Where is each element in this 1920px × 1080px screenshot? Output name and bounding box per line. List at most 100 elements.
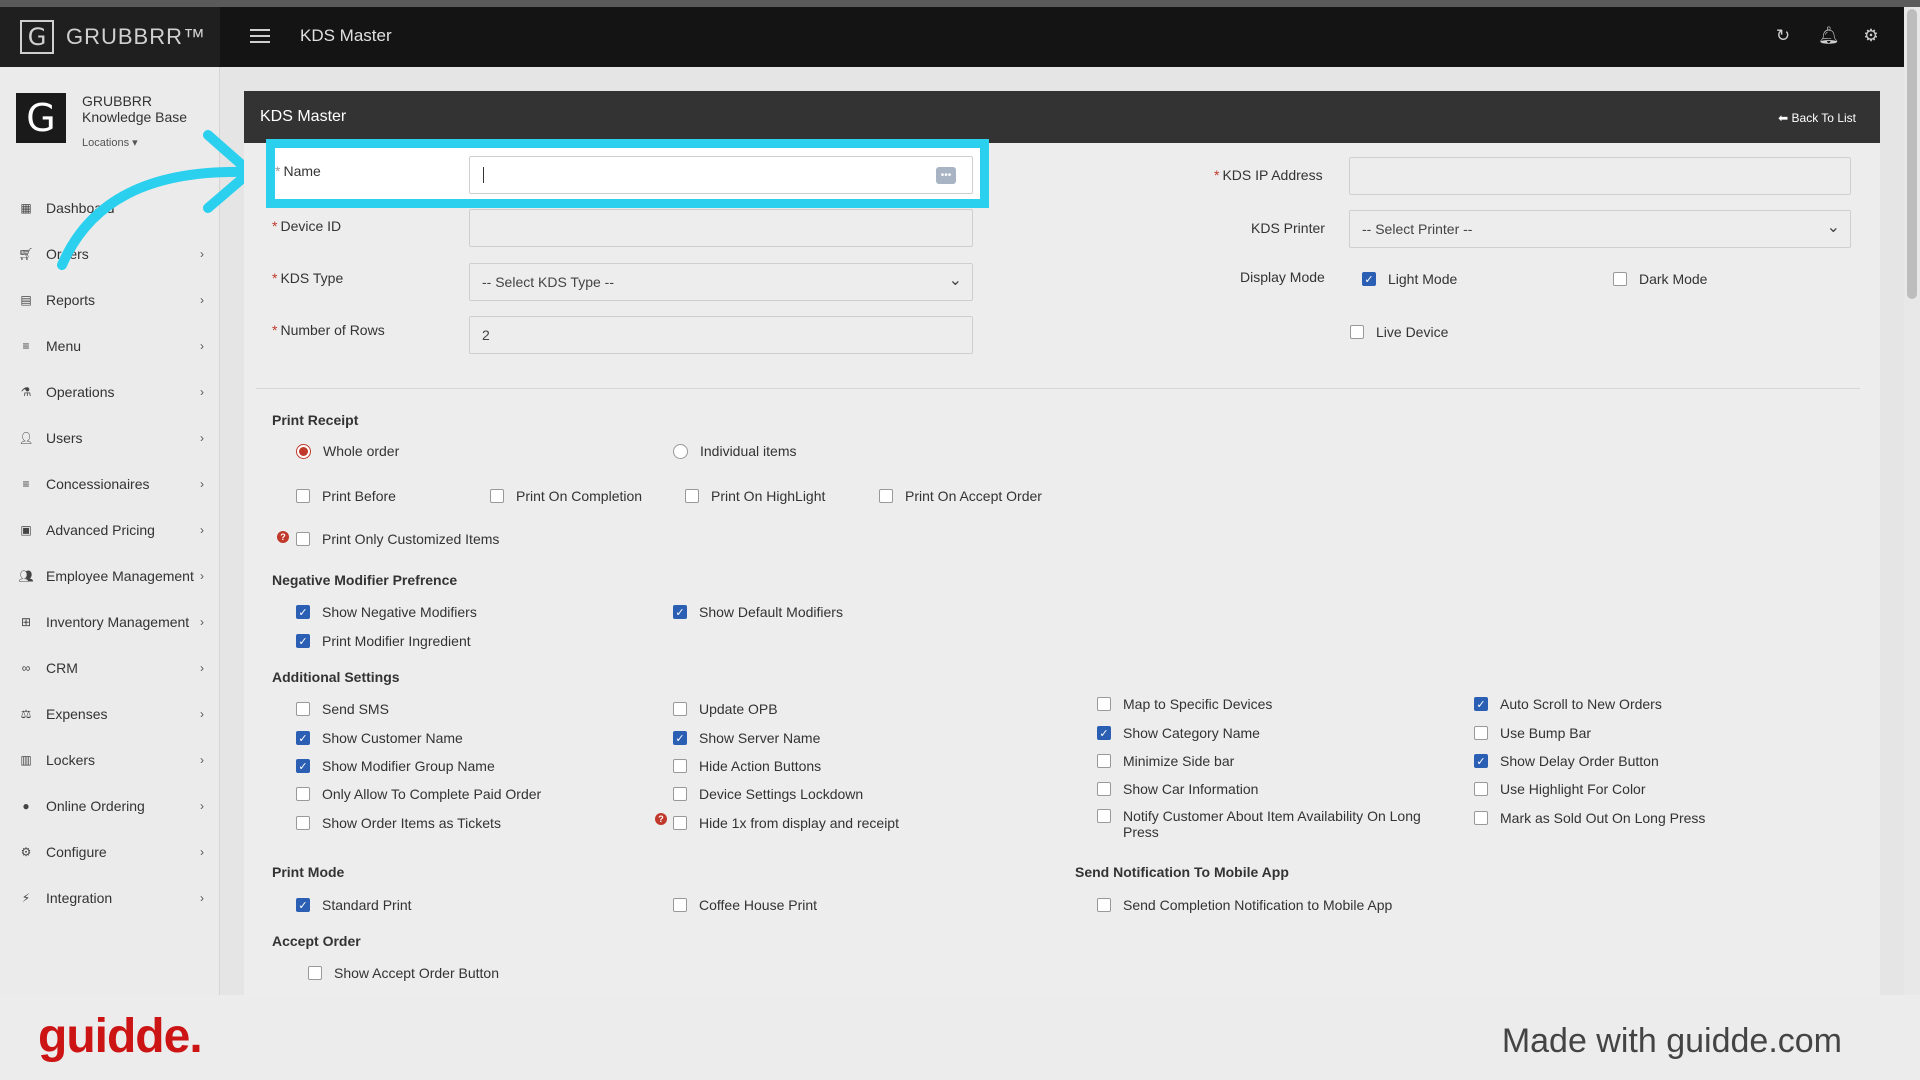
standard-print-checkbox[interactable]: Standard Print	[296, 897, 412, 913]
gear-icon[interactable]: ⚙	[1862, 26, 1880, 46]
auto-scroll-checkbox[interactable]: Auto Scroll to New Orders	[1474, 696, 1662, 712]
page-title: KDS Master	[300, 26, 392, 45]
kds-type-select[interactable]: -- Select KDS Type --	[469, 263, 973, 301]
chevron-right-icon: ›	[200, 891, 204, 905]
map-specific-devices-checkbox[interactable]: Map to Specific Devices	[1097, 696, 1272, 712]
sidebar-item-operations[interactable]: ⚗ Operations ›	[0, 369, 220, 415]
sidebar-item-integration[interactable]: ⚡︎ Integration ›	[0, 875, 220, 921]
help-icon[interactable]: ?	[655, 813, 667, 825]
link-icon: ∞	[21, 661, 31, 675]
kds-ip-label: * KDS IP Address	[1214, 167, 1323, 183]
sidebar-item-advanced-pricing[interactable]: ▣ Advanced Pricing ›	[0, 507, 220, 553]
made-with-text: Made with guidde.com	[1501, 1022, 1842, 1060]
chevron-right-icon: ›	[200, 477, 204, 491]
notify-customer-checkbox[interactable]: Notify Customer About Item Availability …	[1097, 808, 1421, 840]
order-items-tickets-checkbox[interactable]: Show Order Items as Tickets	[296, 815, 501, 831]
sidebar-item-users[interactable]: 👤︎ Users ›	[0, 415, 220, 461]
completion-notification-checkbox[interactable]: Send Completion Notification to Mobile A…	[1097, 897, 1392, 913]
chevron-right-icon: ›	[200, 339, 204, 353]
live-device-checkbox[interactable]: Live Device	[1350, 324, 1448, 340]
show-default-modifiers-checkbox[interactable]: Show Default Modifiers	[673, 604, 843, 620]
print-on-accept-checkbox[interactable]: Print On Accept Order	[879, 488, 1042, 504]
show-negative-modifiers-checkbox[interactable]: Show Negative Modifiers	[296, 604, 477, 620]
money-icon: ▣	[20, 523, 32, 537]
sidebar-item-online-ordering[interactable]: ● Online Ordering ›	[0, 783, 220, 829]
print-on-completion-checkbox[interactable]: Print On Completion	[490, 488, 642, 504]
chevron-right-icon: ›	[200, 385, 204, 399]
mark-sold-out-checkbox[interactable]: Mark as Sold Out On Long Press	[1474, 810, 1705, 826]
menu-icon: ≡	[22, 339, 30, 353]
page-scrollbar[interactable]	[1904, 7, 1920, 995]
use-bump-bar-checkbox[interactable]: Use Bump Bar	[1474, 725, 1591, 741]
sidebar-item-employee-management[interactable]: 👥︎ Employee Management ›	[0, 553, 220, 599]
kds-printer-select[interactable]: -- Select Printer --	[1349, 210, 1851, 248]
locker-icon: ▥	[20, 753, 32, 767]
light-mode-checkbox[interactable]: Light Mode	[1362, 271, 1457, 287]
show-server-name-checkbox[interactable]: Show Server Name	[673, 730, 820, 746]
kds-ip-input[interactable]	[1349, 157, 1851, 195]
guidde-footer: guidde. Made with guidde.com	[0, 995, 1920, 1080]
show-accept-order-checkbox[interactable]: Show Accept Order Button	[308, 965, 499, 981]
sidebar-item-crm[interactable]: ∞ CRM ›	[0, 645, 220, 691]
scrollbar-thumb[interactable]	[1907, 9, 1917, 299]
sidebar-item-lockers[interactable]: ▥ Lockers ›	[0, 737, 220, 783]
users-icon: 👥︎	[18, 569, 34, 583]
chevron-right-icon: ›	[200, 707, 204, 721]
list-icon: ≡	[22, 477, 30, 491]
chevron-right-icon: ›	[200, 523, 204, 537]
display-mode-label: Display Mode	[1240, 269, 1325, 285]
coffee-house-print-checkbox[interactable]: Coffee House Print	[673, 897, 817, 913]
help-icon[interactable]: ?	[277, 531, 289, 543]
minimize-side-bar-checkbox[interactable]: Minimize Side bar	[1097, 753, 1234, 769]
whole-order-radio[interactable]: Whole order	[296, 443, 399, 459]
chevron-right-icon: ›	[200, 615, 204, 629]
chevron-right-icon: ›	[200, 845, 204, 859]
section-divider	[256, 388, 1860, 389]
print-receipt-heading: Print Receipt	[272, 412, 359, 428]
chevron-right-icon: ›	[200, 661, 204, 675]
rows-label: * Number of Rows	[272, 322, 385, 338]
negative-modifier-heading: Negative Modifier Prefrence	[272, 572, 458, 588]
more-options-icon[interactable]: •••	[936, 167, 956, 184]
sidebar-item-inventory-management[interactable]: ⊞ Inventory Management ›	[0, 599, 220, 645]
print-on-highlight-checkbox[interactable]: Print On HighLight	[685, 488, 825, 504]
individual-items-radio[interactable]: Individual items	[673, 443, 797, 459]
panel-header: KDS Master ⬅ Back To List	[244, 91, 1880, 143]
dark-mode-checkbox[interactable]: Dark Mode	[1613, 271, 1707, 287]
sidebar-item-configure[interactable]: ⚙ Configure ›	[0, 829, 220, 875]
hide-1x-checkbox[interactable]: Hide 1x from display and receipt	[673, 815, 899, 831]
sidebar-item-expenses[interactable]: ⚖ Expenses ›	[0, 691, 220, 737]
chevron-right-icon: ›	[200, 431, 204, 445]
send-sms-checkbox[interactable]: Send SMS	[296, 701, 389, 717]
kds-printer-label: KDS Printer	[1251, 220, 1325, 236]
bell-icon[interactable]: 🔔︎	[1818, 26, 1840, 46]
sitemap-icon: ⊞	[20, 615, 32, 629]
device-id-label: * Device ID	[272, 218, 342, 234]
show-modifier-group-name-checkbox[interactable]: Show Modifier Group Name	[296, 758, 495, 774]
refresh-icon[interactable]: ↻	[1774, 26, 1792, 46]
sidebar-item-concessionaires[interactable]: ≡ Concessionaires ›	[0, 461, 220, 507]
use-highlight-color-checkbox[interactable]: Use Highlight For Color	[1474, 781, 1646, 797]
sidebar-item-menu[interactable]: ≡ Menu ›	[0, 323, 220, 369]
panel-title: KDS Master	[260, 108, 347, 125]
chevron-right-icon: ›	[200, 753, 204, 767]
chevron-right-icon: ›	[200, 569, 204, 583]
name-input[interactable]: •••	[469, 156, 973, 194]
chevron-right-icon: ›	[200, 799, 204, 813]
show-category-name-checkbox[interactable]: Show Category Name	[1097, 725, 1260, 741]
show-car-information-checkbox[interactable]: Show Car Information	[1097, 781, 1258, 797]
back-to-list-link[interactable]: ⬅ Back To List	[1778, 111, 1856, 125]
print-only-customized-checkbox[interactable]: Print Only Customized Items	[296, 531, 499, 547]
additional-settings-heading: Additional Settings	[272, 669, 400, 685]
device-id-input[interactable]	[469, 209, 973, 247]
update-opb-checkbox[interactable]: Update OPB	[673, 701, 778, 717]
cog-icon: ⚙	[20, 845, 32, 859]
show-customer-name-checkbox[interactable]: Show Customer Name	[296, 730, 463, 746]
device-settings-lockdown-checkbox[interactable]: Device Settings Lockdown	[673, 786, 863, 802]
rows-input[interactable]: 2	[469, 316, 973, 354]
show-delay-order-checkbox[interactable]: Show Delay Order Button	[1474, 753, 1659, 769]
hide-action-buttons-checkbox[interactable]: Hide Action Buttons	[673, 758, 821, 774]
only-complete-paid-checkbox[interactable]: Only Allow To Complete Paid Order	[296, 786, 541, 802]
print-modifier-ingredient-checkbox[interactable]: Print Modifier Ingredient	[296, 633, 471, 649]
print-before-checkbox[interactable]: Print Before	[296, 488, 396, 504]
